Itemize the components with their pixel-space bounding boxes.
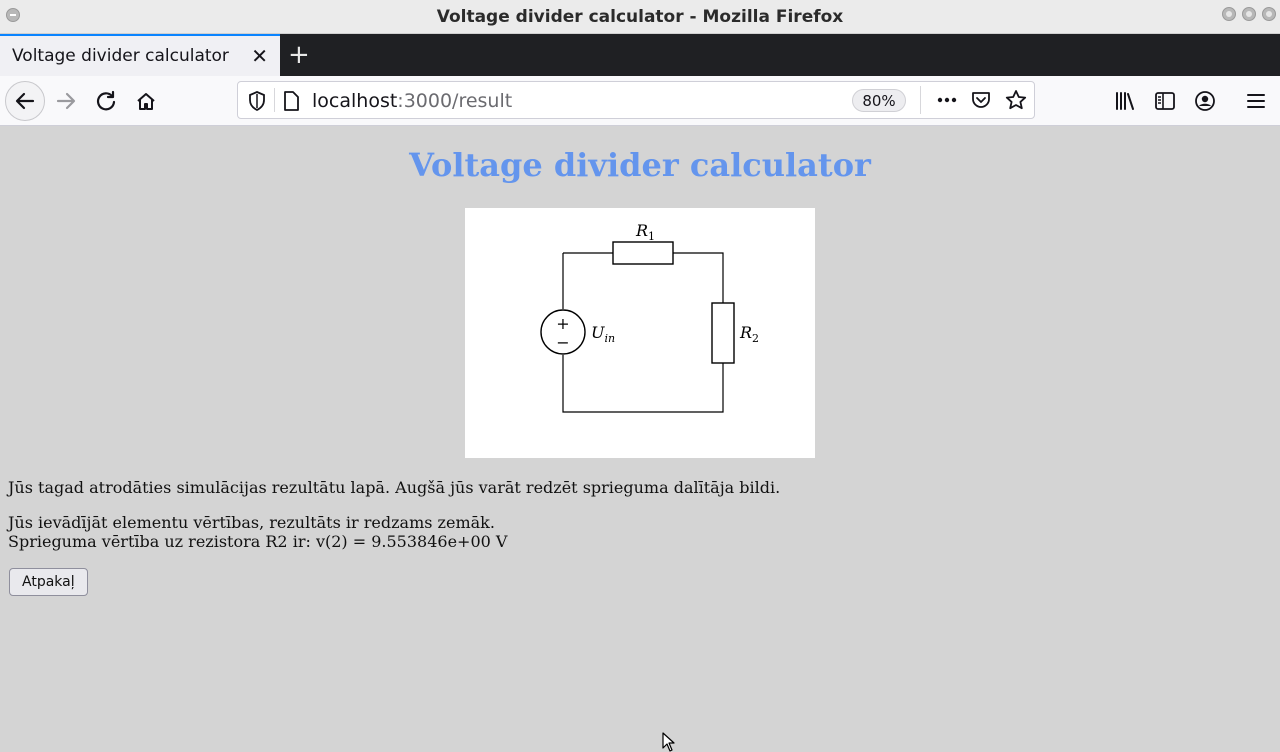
close-window-icon[interactable] xyxy=(1262,7,1276,21)
url-path: :3000/result xyxy=(397,90,513,112)
url-text[interactable]: localhost:3000/result xyxy=(312,90,512,112)
tab-label: Voltage divider calculator xyxy=(12,46,229,66)
home-icon xyxy=(137,93,155,110)
resistor-r1 xyxy=(612,241,674,265)
url-separator-2 xyxy=(920,86,921,114)
plus-sign: + xyxy=(556,314,569,333)
page-icon[interactable] xyxy=(282,91,300,111)
circuit-diagram: + − R1 R2 Uin xyxy=(465,208,815,458)
reload-icon xyxy=(96,90,116,111)
window-title: Voltage divider calculator - Mozilla Fir… xyxy=(436,6,844,27)
back-link-button[interactable]: Atpakaļ xyxy=(9,568,88,596)
nav-toolbar: localhost:3000/result 80% xyxy=(0,76,1280,126)
url-bar[interactable]: localhost:3000/result 80% xyxy=(237,81,1035,119)
arrow-right-icon xyxy=(56,92,76,110)
back-button[interactable] xyxy=(5,81,45,121)
home-button[interactable] xyxy=(130,85,162,117)
new-tab-icon[interactable]: + xyxy=(288,40,310,70)
mouse-cursor-icon xyxy=(662,732,675,752)
window-titlebar: Voltage divider calculator - Mozilla Fir… xyxy=(0,0,1280,34)
sidebar-icon[interactable] xyxy=(1154,90,1176,112)
label-r2: R2 xyxy=(739,323,759,345)
account-icon[interactable] xyxy=(1194,90,1216,112)
result-text: Sprieguma vērtība uz rezistora R2 ir: v(… xyxy=(8,532,508,551)
zoom-level[interactable]: 80% xyxy=(852,89,906,112)
tab-strip: Voltage divider calculator ✕ + xyxy=(0,34,1280,76)
url-host: localhost xyxy=(312,90,398,112)
label-uin-main: U xyxy=(591,323,605,342)
maximize-icon[interactable] xyxy=(1242,7,1256,21)
page-title: Voltage divider calculator xyxy=(409,146,871,184)
info-line-1: Jūs ievādījāt elementu vērtības, rezultā… xyxy=(8,513,495,532)
label-uin: Uin xyxy=(591,323,615,345)
shield-icon[interactable] xyxy=(248,91,266,111)
voltage-divider-schematic: + − R1 R2 Uin xyxy=(540,221,759,413)
intro-text: Jūs tagad atrodāties simulācijas rezultā… xyxy=(8,478,781,497)
close-tab-icon[interactable]: ✕ xyxy=(251,44,268,68)
label-r1-main: R xyxy=(635,221,648,240)
tab-active[interactable]: Voltage divider calculator ✕ xyxy=(0,34,280,76)
library-icon[interactable] xyxy=(1114,90,1136,112)
label-r2-sub: 2 xyxy=(752,332,759,345)
more-icon[interactable] xyxy=(936,94,958,106)
reload-button[interactable] xyxy=(90,85,122,117)
label-r1: R1 xyxy=(635,221,655,243)
pocket-icon[interactable] xyxy=(971,90,991,110)
url-separator xyxy=(274,88,275,112)
label-r2-main: R xyxy=(739,323,752,342)
star-icon[interactable] xyxy=(1005,89,1027,111)
arrow-left-icon xyxy=(15,92,35,110)
minus-sign: − xyxy=(556,333,569,352)
minimize-icon[interactable] xyxy=(1222,7,1236,21)
hamburger-icon[interactable] xyxy=(1245,90,1267,112)
resistor-r2 xyxy=(711,302,735,364)
forward-button[interactable] xyxy=(50,85,82,117)
label-uin-sub: in xyxy=(604,332,615,345)
window-menu-icon[interactable] xyxy=(6,8,20,22)
page-content: Voltage divider calculator + − R1 R2 Uin… xyxy=(0,126,1280,752)
label-r1-sub: 1 xyxy=(648,230,655,243)
